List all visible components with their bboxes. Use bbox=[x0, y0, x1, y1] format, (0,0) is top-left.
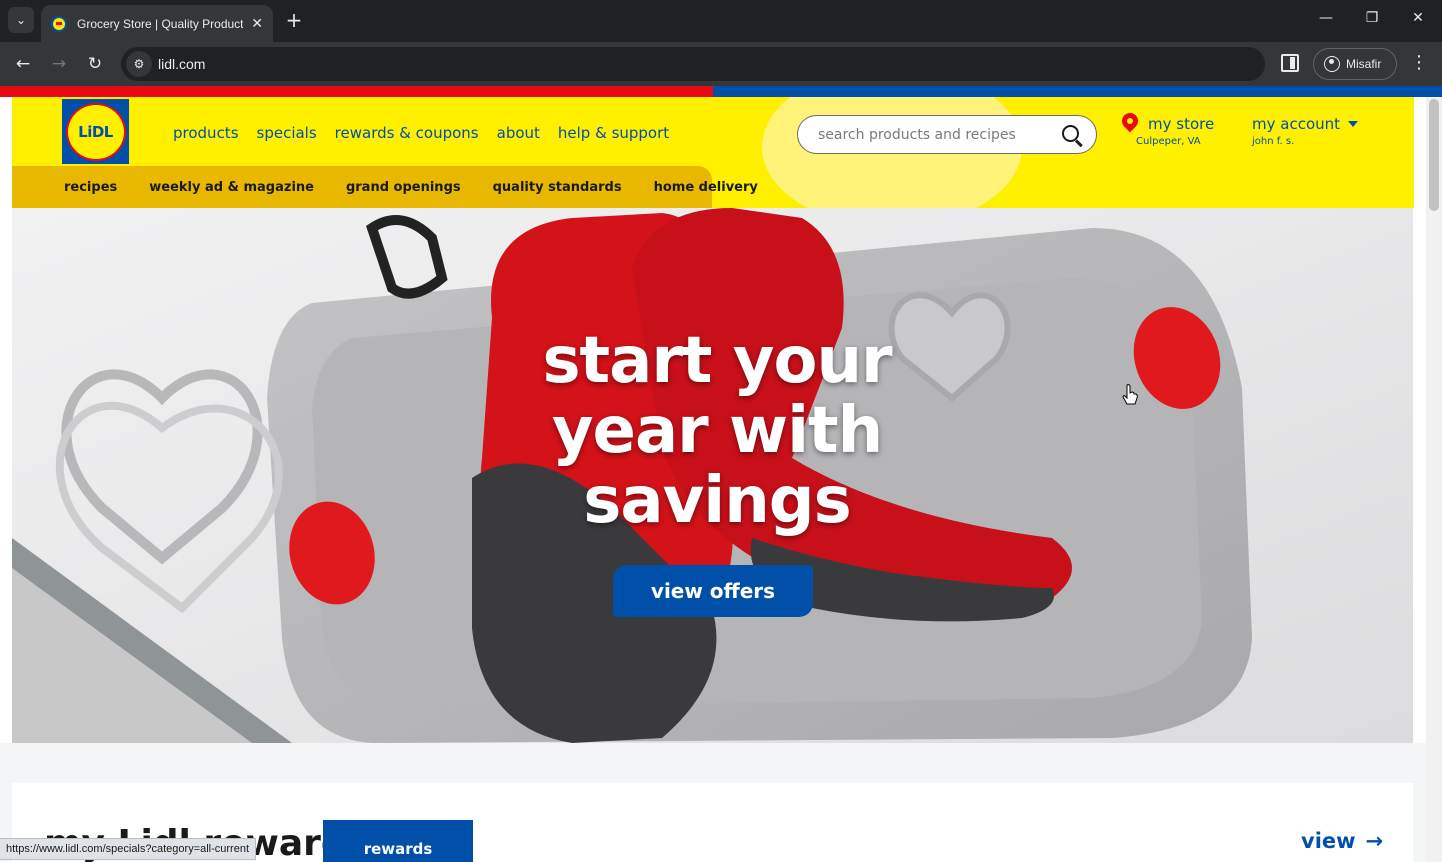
profile-button[interactable]: Misafir bbox=[1313, 48, 1397, 80]
location-pin-icon bbox=[1118, 109, 1142, 133]
my-account-button[interactable]: my account john f. s. bbox=[1252, 115, 1359, 147]
store-title: my store bbox=[1148, 115, 1215, 133]
hero-banner[interactable]: start your year with savings view offers bbox=[12, 208, 1413, 743]
minimize-icon[interactable]: — bbox=[1316, 10, 1336, 26]
profile-icon bbox=[1324, 56, 1340, 72]
reload-icon[interactable]: ↻ bbox=[84, 53, 106, 75]
brand-strip-blue bbox=[713, 86, 1442, 97]
page-viewport: LiDL products specials rewards & coupons… bbox=[0, 86, 1442, 862]
browser-tab[interactable]: Grocery Store | Quality Products ✕ bbox=[41, 5, 273, 42]
view-link-label: view bbox=[1301, 829, 1356, 853]
arrow-right-icon: → bbox=[1365, 829, 1384, 853]
browser-titlebar: ⌄ Grocery Store | Quality Products ✕ + —… bbox=[0, 0, 1442, 42]
nav-about[interactable]: about bbox=[497, 124, 540, 142]
account-title: my account bbox=[1252, 115, 1341, 133]
nav-rewards-coupons[interactable]: rewards & coupons bbox=[335, 124, 479, 142]
subnav-grand-openings[interactable]: grand openings bbox=[346, 180, 461, 195]
search-icon[interactable] bbox=[1058, 121, 1086, 149]
tab-search-button[interactable]: ⌄ bbox=[8, 7, 34, 33]
restore-icon[interactable]: ❐ bbox=[1362, 10, 1382, 26]
url-text[interactable]: lidl.com bbox=[158, 56, 205, 72]
forward-arrow-icon[interactable]: → bbox=[48, 53, 70, 75]
nav-products[interactable]: products bbox=[173, 124, 239, 142]
subnav-weekly-ad[interactable]: weekly ad & magazine bbox=[149, 180, 314, 195]
kebab-menu-icon[interactable]: ⋮ bbox=[1410, 54, 1428, 72]
hand-cursor-icon bbox=[1122, 384, 1138, 405]
search-input[interactable]: search products and recipes bbox=[797, 115, 1097, 154]
back-arrow-icon[interactable]: ← bbox=[12, 53, 34, 75]
chevron-down-icon bbox=[1348, 121, 1359, 127]
profile-name: Misafir bbox=[1346, 57, 1382, 71]
secondary-nav: recipes weekly ad & magazine grand openi… bbox=[12, 166, 758, 208]
lidl-favicon-icon bbox=[51, 15, 67, 32]
account-user: john f. s. bbox=[1252, 136, 1295, 147]
hero-heading: start your year with savings bbox=[542, 324, 892, 538]
scrollbar-thumb[interactable] bbox=[1429, 99, 1439, 211]
page-scrollbar[interactable] bbox=[1426, 97, 1442, 862]
view-link[interactable]: view → bbox=[1301, 829, 1383, 853]
new-tab-button[interactable]: + bbox=[283, 9, 305, 31]
lidl-logo[interactable]: LiDL bbox=[62, 99, 129, 164]
side-panel-icon[interactable] bbox=[1281, 54, 1299, 72]
nav-specials[interactable]: specials bbox=[257, 124, 317, 142]
address-bar[interactable]: ⚙ lidl.com bbox=[121, 47, 1265, 81]
subnav-quality-standards[interactable]: quality standards bbox=[493, 180, 622, 195]
site-header: LiDL products specials rewards & coupons… bbox=[12, 97, 1414, 208]
logo-text: LiDL bbox=[78, 122, 113, 141]
search-placeholder: search products and recipes bbox=[818, 126, 1016, 143]
rewards-button[interactable]: rewards bbox=[323, 820, 473, 862]
subnav-home-delivery[interactable]: home delivery bbox=[654, 180, 758, 195]
main-nav: products specials rewards & coupons abou… bbox=[173, 124, 669, 142]
browser-toolbar: ← → ↻ ⚙ lidl.com Misafir ⋮ bbox=[0, 42, 1442, 86]
store-location: Culpeper, VA bbox=[1136, 136, 1201, 147]
tab-close-icon[interactable]: ✕ bbox=[251, 16, 263, 32]
brand-strip-red bbox=[0, 86, 713, 97]
status-bar-url: https://www.lidl.com/specials?category=a… bbox=[0, 838, 257, 860]
view-offers-button[interactable]: view offers bbox=[613, 565, 813, 617]
subnav-recipes[interactable]: recipes bbox=[64, 180, 117, 195]
tab-title: Grocery Store | Quality Products bbox=[77, 16, 244, 31]
close-window-icon[interactable]: ✕ bbox=[1408, 10, 1428, 26]
nav-help-support[interactable]: help & support bbox=[558, 124, 669, 142]
site-settings-icon[interactable]: ⚙ bbox=[126, 51, 152, 77]
